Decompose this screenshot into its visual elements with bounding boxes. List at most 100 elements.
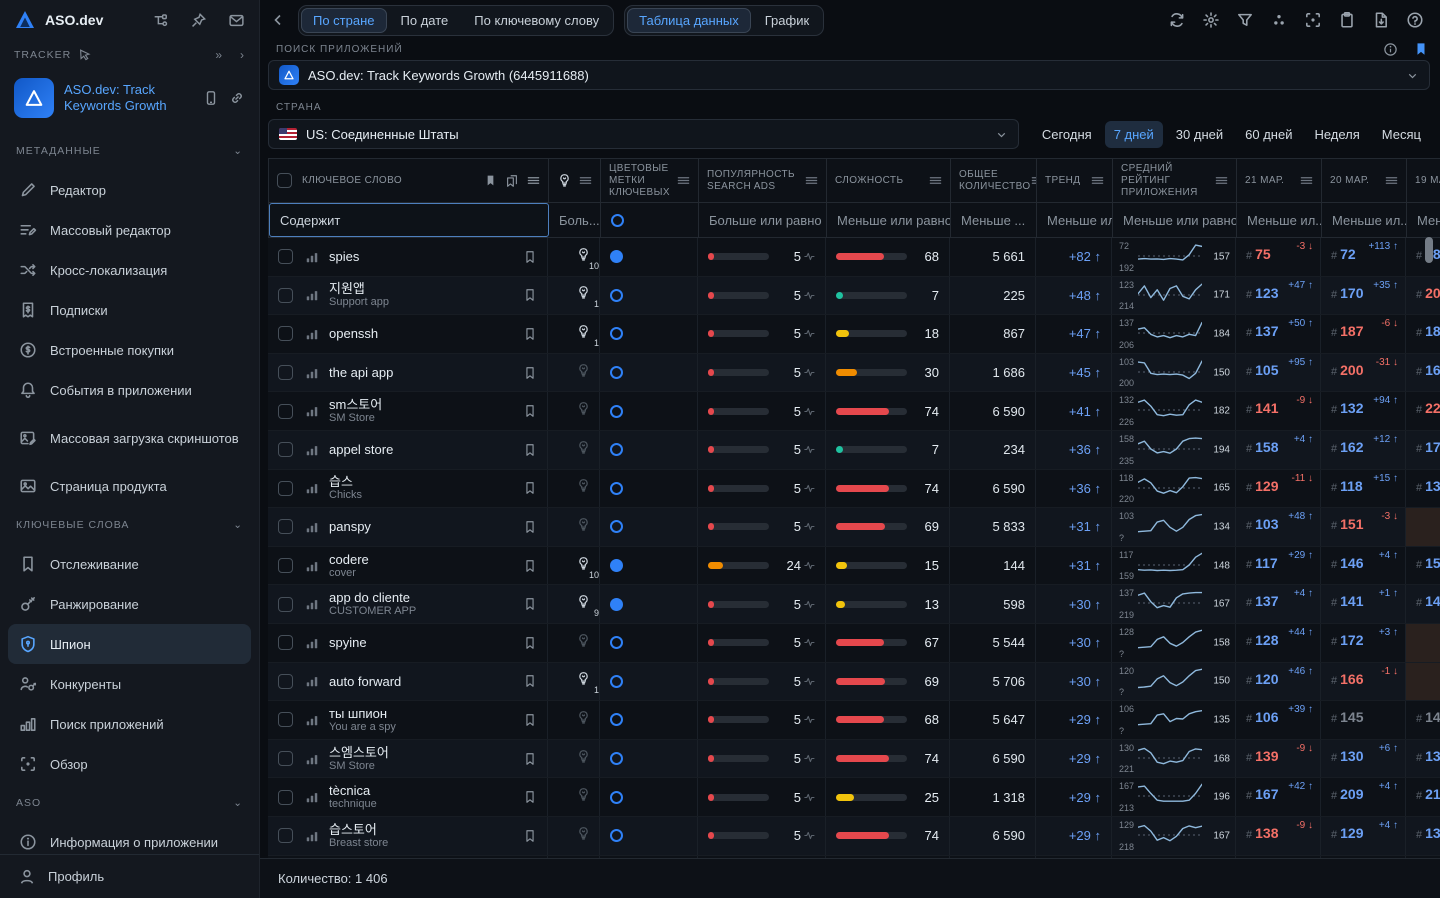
- select-all-checkbox[interactable]: [277, 173, 292, 188]
- color-label-circle[interactable]: [610, 443, 623, 456]
- phone-icon[interactable]: [203, 90, 219, 106]
- filter-icon[interactable]: [1236, 11, 1254, 29]
- bookmark-icon[interactable]: [523, 366, 537, 380]
- period-1[interactable]: 7 дней: [1105, 121, 1163, 148]
- row-checkbox[interactable]: [278, 365, 293, 380]
- refresh-icon[interactable]: [1168, 11, 1186, 29]
- sidebar-item-pencil[interactable]: Редактор: [8, 170, 251, 210]
- menu-icon[interactable]: [1300, 174, 1313, 187]
- bookmark-icon[interactable]: [523, 481, 537, 495]
- color-label-circle[interactable]: [610, 327, 623, 340]
- menu-icon[interactable]: [1091, 174, 1104, 187]
- sidebar-item-dollar[interactable]: Встроенные покупки: [8, 330, 251, 370]
- color-filter-circle[interactable]: [611, 214, 624, 227]
- pin-icon[interactable]: [190, 12, 207, 29]
- row-checkbox[interactable]: [278, 635, 293, 650]
- chevron-right-icon[interactable]: ›: [240, 48, 245, 62]
- bookmark-filled-icon[interactable]: [1414, 42, 1428, 56]
- period-0[interactable]: Сегодня: [1033, 121, 1101, 148]
- sidebar-profile[interactable]: Профиль: [0, 854, 259, 898]
- sidebar-item-chart-bars[interactable]: Поиск приложений: [8, 704, 251, 744]
- menu-icon[interactable]: [579, 174, 592, 187]
- gear-icon[interactable]: [1202, 11, 1220, 29]
- bookmark-icon[interactable]: [523, 559, 537, 573]
- tracked-app-card[interactable]: ASO.dev: Track Keywords Growth: [0, 70, 259, 128]
- color-label-circle[interactable]: [610, 598, 623, 611]
- tab-mode-0[interactable]: Таблица данных: [627, 8, 751, 33]
- filter-cell-3[interactable]: Больше или равно: [699, 203, 827, 237]
- row-checkbox[interactable]: [278, 288, 293, 303]
- bookmark-icon[interactable]: [523, 404, 537, 418]
- row-checkbox[interactable]: [278, 404, 293, 419]
- collapse-all-icon[interactable]: »: [215, 48, 223, 62]
- bookmark-icon[interactable]: [523, 752, 537, 766]
- color-label-circle[interactable]: [610, 482, 623, 495]
- filter-cell-9[interactable]: Меньше ил...: [1322, 203, 1407, 237]
- color-label-circle[interactable]: [610, 713, 623, 726]
- dots-icon[interactable]: [1270, 11, 1288, 29]
- sidebar-item-image-edit[interactable]: Массовая загрузка скриншотов: [8, 410, 251, 466]
- bookmark-icon[interactable]: [523, 520, 537, 534]
- nav-section-header[interactable]: МЕТАДАННЫЕ⌄: [8, 132, 251, 170]
- filter-cell-7[interactable]: Меньше или равно: [1113, 203, 1237, 237]
- menu-icon[interactable]: [929, 174, 942, 187]
- nav-section-header[interactable]: КЛЮЧЕВЫЕ СЛОВА⌄: [8, 506, 251, 544]
- row-checkbox[interactable]: [278, 790, 293, 805]
- sidebar-item-image[interactable]: Страница продукта: [8, 466, 251, 506]
- tab-view-0[interactable]: По стране: [301, 8, 387, 33]
- sidebar-item-key[interactable]: Ранжирование: [8, 584, 251, 624]
- country-select[interactable]: US: Соединенные Штаты: [268, 119, 1019, 149]
- period-5[interactable]: Месяц: [1373, 121, 1430, 148]
- menu-icon[interactable]: [527, 174, 540, 187]
- row-checkbox[interactable]: [278, 712, 293, 727]
- color-label-circle[interactable]: [610, 675, 623, 688]
- back-icon[interactable]: [270, 12, 286, 28]
- filter-cell-6[interactable]: Меньше ил...: [1037, 203, 1113, 237]
- sidebar-item-receipt[interactable]: Подписки: [8, 290, 251, 330]
- help-icon[interactable]: [1406, 11, 1424, 29]
- color-label-circle[interactable]: [610, 829, 623, 842]
- period-4[interactable]: Неделя: [1305, 121, 1368, 148]
- row-checkbox[interactable]: [278, 597, 293, 612]
- color-label-circle[interactable]: [610, 752, 623, 765]
- flow-icon[interactable]: [152, 12, 169, 29]
- filter-cell-5[interactable]: Меньше ...: [951, 203, 1037, 237]
- app-select[interactable]: ASO.dev: Track Keywords Growth (64459116…: [268, 60, 1430, 90]
- row-checkbox[interactable]: [278, 674, 293, 689]
- row-checkbox[interactable]: [278, 558, 293, 573]
- bookmark-icon[interactable]: [523, 636, 537, 650]
- tab-view-2[interactable]: По ключевому слову: [462, 8, 611, 33]
- filter-cell-2[interactable]: [601, 203, 699, 237]
- row-checkbox[interactable]: [278, 442, 293, 457]
- bookmark-icon[interactable]: [523, 327, 537, 341]
- filter-cell-1[interactable]: Боль...: [549, 203, 601, 237]
- color-label-circle[interactable]: [610, 559, 623, 572]
- sidebar-item-shield[interactable]: Шпион: [8, 624, 251, 664]
- row-checkbox[interactable]: [278, 326, 293, 341]
- bookmark-icon[interactable]: [523, 250, 537, 264]
- row-checkbox[interactable]: [278, 828, 293, 843]
- menu-icon[interactable]: [1385, 174, 1398, 187]
- period-3[interactable]: 60 дней: [1236, 121, 1301, 148]
- color-label-circle[interactable]: [610, 289, 623, 302]
- color-label-circle[interactable]: [610, 366, 623, 379]
- bookmark-icon[interactable]: [523, 674, 537, 688]
- bookmark-icon[interactable]: [523, 829, 537, 843]
- bookmark-icon[interactable]: [523, 790, 537, 804]
- color-label-circle[interactable]: [610, 250, 623, 263]
- row-checkbox[interactable]: [278, 751, 293, 766]
- tab-view-1[interactable]: По дате: [389, 8, 461, 33]
- menu-icon[interactable]: [1215, 174, 1228, 187]
- menu-icon[interactable]: [805, 174, 818, 187]
- filter-cell-10[interactable]: Мен...: [1407, 203, 1440, 237]
- row-checkbox[interactable]: [278, 481, 293, 496]
- color-label-circle[interactable]: [610, 636, 623, 649]
- nav-section-header[interactable]: ASO⌄: [8, 784, 251, 822]
- vertical-scrollbar[interactable]: [1425, 237, 1433, 263]
- file-export-icon[interactable]: [1372, 11, 1390, 29]
- sidebar-item-shuffle[interactable]: Кросс-локализация: [8, 250, 251, 290]
- color-label-circle[interactable]: [610, 405, 623, 418]
- filter-cell-4[interactable]: Меньше или равно: [827, 203, 951, 237]
- mail-icon[interactable]: [228, 12, 245, 29]
- menu-icon[interactable]: [677, 174, 690, 187]
